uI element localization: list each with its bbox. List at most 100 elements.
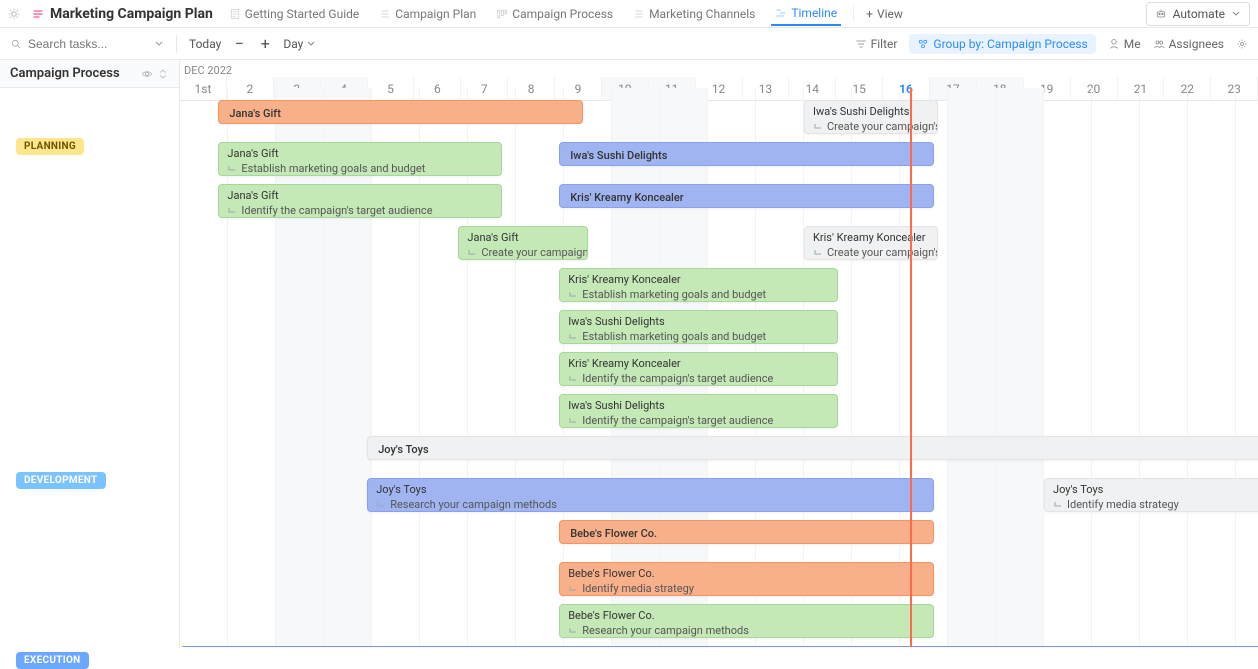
timeline-bar[interactable]: Iwa's Sushi Delights Establish marketing … — [559, 310, 837, 344]
timeline-bar[interactable]: Jana's Gift Create your campaign's m... — [458, 226, 588, 260]
zoom-in-button[interactable]: + — [257, 34, 273, 53]
timeline-bar[interactable]: Bebe's Flower Co. Research your campaign … — [559, 604, 933, 638]
timeline-bar[interactable]: Jana's Gift Identify the campaign's targe… — [218, 184, 501, 218]
people-icon — [1153, 38, 1165, 50]
bar-title: Iwa's Sushi Delights — [568, 399, 828, 412]
list-icon — [32, 8, 44, 20]
subtask-icon — [813, 122, 823, 132]
filter-button[interactable]: Filter — [855, 37, 898, 51]
timeline-bar[interactable]: Kris' Kreamy KoncealerIdentify the campa… — [559, 352, 837, 386]
person-icon — [1108, 38, 1120, 50]
sidebar-body — [0, 88, 179, 647]
search-field[interactable] — [28, 37, 148, 51]
bar-title: Jana's Gift — [227, 189, 492, 202]
collapse-all-icon[interactable] — [157, 68, 169, 80]
group-label-development[interactable]: DEVELOPMENT — [16, 472, 106, 489]
timeline-bars: Jana's GiftIwa's Sushi DelightsCreate yo… — [180, 60, 1258, 647]
scale-selector[interactable]: Day — [283, 37, 316, 51]
bar-title: Jana's Gift — [227, 147, 492, 160]
tab-timeline[interactable]: Timeline — [771, 2, 841, 26]
bar-title: Jana's Gift — [229, 107, 572, 120]
automate-button[interactable]: Automate — [1146, 2, 1250, 26]
sidebar: Campaign Process PLANNING DEVELOPMENT EX… — [0, 60, 180, 647]
timeline-icon — [775, 7, 787, 19]
subtask-icon — [568, 290, 578, 300]
timeline-bar[interactable]: Jana's Gift Establish marketing goals and… — [218, 142, 501, 176]
search-icon — [10, 38, 22, 50]
subtask-icon — [813, 248, 823, 258]
group-icon — [917, 38, 929, 50]
tab-campaign-plan[interactable]: Campaign Plan — [375, 3, 480, 25]
list-view-icon — [633, 8, 645, 20]
doc-icon — [229, 8, 241, 20]
assignees-button[interactable]: Assignees — [1153, 37, 1224, 51]
bar-subtitle: Research your campaign methods — [376, 498, 924, 511]
subtask-icon — [227, 206, 237, 216]
hide-icon[interactable] — [141, 68, 153, 80]
chevron-down-icon — [1231, 9, 1241, 19]
list-title[interactable]: Marketing Campaign Plan — [32, 6, 213, 22]
timeline-bar[interactable]: Kris' Kreamy KoncealerCreate your campai… — [804, 226, 938, 260]
subtask-icon — [568, 416, 578, 426]
group-label-planning[interactable]: PLANNING — [16, 138, 84, 155]
bar-subtitle: Establish marketing goals and budget — [568, 330, 828, 343]
today-button[interactable]: Today — [189, 37, 221, 51]
bar-title: Kris' Kreamy Koncealer — [568, 273, 828, 286]
timeline-bar[interactable]: Bebe's Flower Co.Identify media strategy — [559, 562, 933, 596]
bar-title: Iwa's Sushi Delights — [568, 315, 828, 328]
search-input[interactable] — [10, 37, 164, 51]
bar-title: Kris' Kreamy Koncealer — [568, 357, 828, 370]
tab-campaign-process[interactable]: Campaign Process — [492, 3, 617, 25]
subtask-icon — [467, 248, 477, 258]
robot-icon — [1155, 8, 1167, 20]
gear-icon — [1236, 38, 1248, 50]
timeline-bar[interactable]: Kris' Kreamy Koncealer — [559, 184, 933, 208]
subtask-icon — [376, 500, 386, 510]
bar-subtitle: Identify media strategy — [1053, 498, 1258, 511]
timeline-bar[interactable]: Iwa's Sushi DelightsIdentify the campaig… — [559, 394, 837, 428]
bar-title: Jana's Gift — [467, 231, 579, 244]
timeline-bar[interactable]: Joy's ToysIdentify media strategy — [1044, 478, 1258, 512]
add-view-button[interactable]: + View — [866, 7, 903, 21]
bar-subtitle: Research your campaign methods — [568, 624, 924, 637]
more-settings-button[interactable] — [1236, 38, 1248, 50]
chevron-down-icon — [306, 39, 316, 49]
subtask-icon — [568, 626, 578, 636]
list-title-text: Marketing Campaign Plan — [50, 6, 213, 22]
bar-subtitle: Create your campaign's m... — [467, 246, 579, 259]
group-by-button[interactable]: Group by: Campaign Process — [909, 34, 1095, 54]
bar-subtitle: Identify the campaign's target audience — [227, 204, 492, 217]
subtask-icon — [568, 374, 578, 384]
settings-icon[interactable] — [8, 8, 20, 20]
me-button[interactable]: Me — [1108, 37, 1141, 51]
bar-subtitle: Establish marketing goals and budget — [227, 162, 492, 175]
timeline-bar[interactable]: Jana's Gift — [218, 100, 583, 124]
bar-title: Iwa's Sushi Delights — [570, 149, 922, 162]
bar-title: Joy's Toys — [376, 483, 924, 496]
sidebar-header: Campaign Process — [0, 60, 179, 88]
list-view-icon — [379, 8, 391, 20]
tab-marketing-channels[interactable]: Marketing Channels — [629, 3, 759, 25]
bar-subtitle: Establish marketing goals and budget — [568, 288, 828, 301]
timeline-bar[interactable]: Joy's Toys — [367, 436, 1258, 460]
group-column-title: Campaign Process — [10, 66, 120, 81]
bar-title: Joy's Toys — [378, 443, 1258, 456]
timeline[interactable]: DEC 2022 1st2345678910111213141516171819… — [180, 60, 1258, 647]
bar-title: Kris' Kreamy Koncealer — [570, 191, 922, 204]
zoom-out-button[interactable]: − — [231, 34, 247, 53]
timeline-bar[interactable]: Joy's Toys Research your campaign methods — [367, 478, 933, 512]
chevron-down-icon[interactable] — [154, 39, 164, 49]
filter-icon — [855, 38, 867, 50]
subtask-icon — [568, 332, 578, 342]
timeline-bar[interactable]: Kris' Kreamy Koncealer Establish marketin… — [559, 268, 837, 302]
subtask-icon — [568, 584, 578, 594]
timeline-bar[interactable]: Iwa's Sushi Delights — [559, 142, 933, 166]
bar-title: Bebe's Flower Co. — [570, 527, 922, 540]
bar-title: Bebe's Flower Co. — [568, 609, 924, 622]
bar-subtitle: Identify media strategy — [568, 582, 924, 595]
subtask-icon — [1053, 500, 1063, 510]
timeline-bar[interactable]: Iwa's Sushi DelightsCreate your campaign… — [804, 100, 938, 134]
today-line — [910, 88, 912, 647]
tab-getting-started[interactable]: Getting Started Guide — [225, 3, 363, 25]
timeline-bar[interactable]: Bebe's Flower Co. — [559, 520, 933, 544]
